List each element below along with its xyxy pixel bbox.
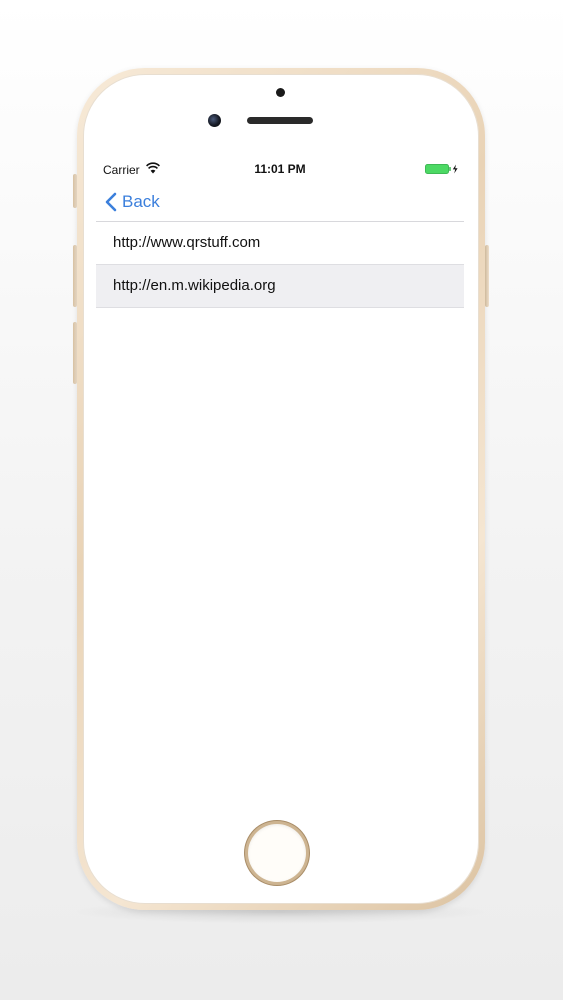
device-mockup: Carrier 11:01 PM Back http://www.qrstuff… <box>0 0 563 1000</box>
back-label: Back <box>122 192 160 211</box>
app-screen: Carrier 11:01 PM Back http://www.qrstuff… <box>96 153 464 813</box>
earpiece-speaker <box>247 117 313 124</box>
front-camera <box>208 114 221 127</box>
chevron-left-icon <box>105 192 117 212</box>
back-button[interactable]: Back <box>104 187 160 217</box>
url-list: http://www.qrstuff.com http://en.m.wikip… <box>96 222 464 308</box>
list-item[interactable]: http://www.qrstuff.com <box>96 222 464 265</box>
status-bar: Carrier 11:01 PM <box>96 153 464 183</box>
list-item[interactable]: http://en.m.wikipedia.org <box>96 265 464 308</box>
clock: 11:01 PM <box>254 162 306 176</box>
navigation-bar: Back <box>96 183 464 222</box>
proximity-sensor <box>276 88 285 97</box>
home-button <box>248 824 306 882</box>
battery-charging-icon <box>425 164 458 174</box>
power-button <box>485 245 489 307</box>
